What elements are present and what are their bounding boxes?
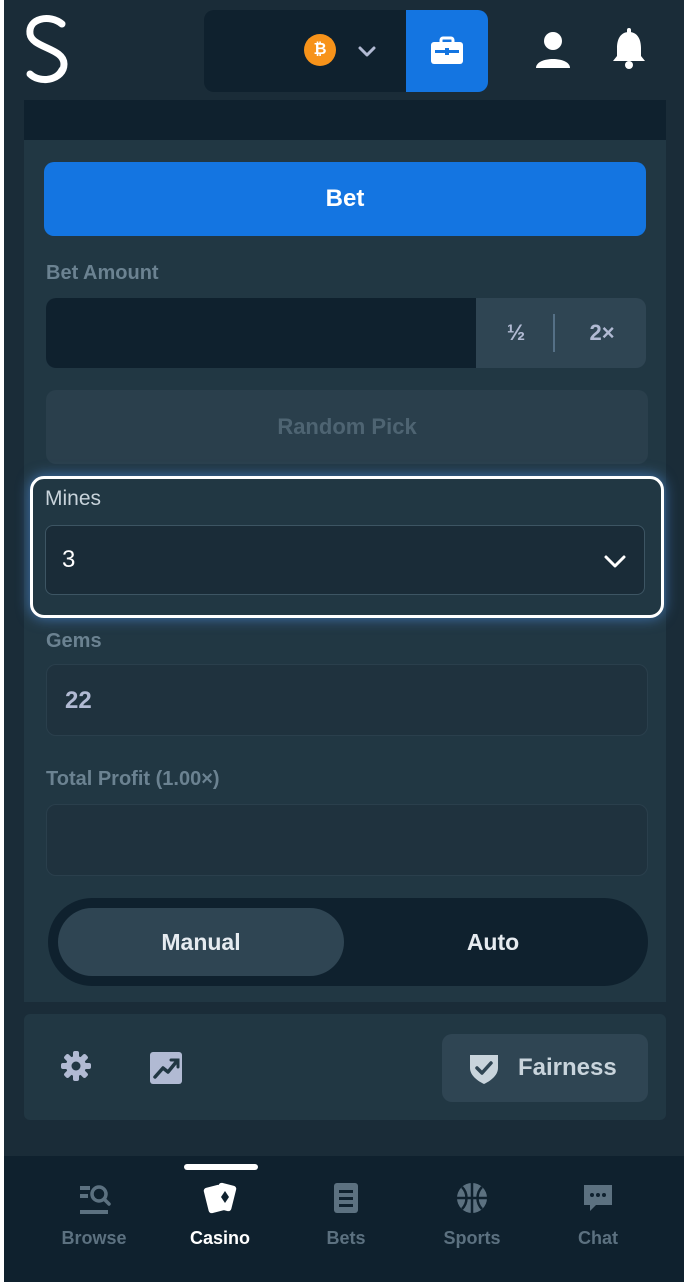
bitcoin-icon: ₿: [304, 34, 336, 66]
nav-browse[interactable]: Browse: [44, 1180, 144, 1249]
divider: [553, 314, 555, 352]
double-bet-button[interactable]: 2×: [558, 298, 646, 368]
bets-icon: [334, 1183, 358, 1213]
gems-field: 22: [46, 664, 648, 736]
total-profit-label: Total Profit (1.00×): [46, 768, 220, 790]
random-pick-button[interactable]: Random Pick: [46, 390, 648, 464]
nav-bets[interactable]: Bets: [296, 1180, 396, 1249]
nav-browse-label: Browse: [61, 1228, 127, 1248]
mines-select[interactable]: 3: [45, 525, 645, 595]
casino-icon: [203, 1182, 237, 1214]
chat-icon: [584, 1185, 612, 1211]
chevron-down-icon: [604, 555, 626, 568]
wallet-selector: ₿: [204, 10, 488, 92]
app-screen: ₿ Bet Bet Amount ½ 2× Random Pick Mines …: [4, 0, 684, 1282]
half-bet-button[interactable]: ½: [476, 298, 556, 368]
mines-label: Mines: [45, 487, 102, 510]
mode-toggle: Manual Auto: [48, 898, 648, 986]
chevron-down-icon: [358, 46, 376, 57]
browse-icon: [80, 1185, 111, 1214]
bet-amount-input[interactable]: [46, 298, 476, 368]
wallet-icon: [431, 36, 463, 64]
chart-icon[interactable]: [148, 1050, 184, 1086]
wallet-button[interactable]: [406, 10, 488, 92]
nav-sports-label: Sports: [443, 1228, 501, 1248]
nav-casino[interactable]: Casino: [170, 1180, 270, 1249]
gear-icon[interactable]: [60, 1050, 92, 1082]
fairness-label: Fairness: [518, 1054, 617, 1081]
tab-manual[interactable]: Manual: [58, 908, 344, 976]
gems-value: 22: [65, 687, 92, 714]
nav-sports[interactable]: Sports: [422, 1180, 522, 1249]
mines-value: 3: [62, 546, 76, 573]
bell-icon[interactable]: [610, 28, 648, 70]
bet-button[interactable]: Bet: [44, 162, 646, 236]
logo[interactable]: [22, 12, 74, 88]
user-icon[interactable]: [534, 30, 572, 70]
nav-bets-label: Bets: [326, 1228, 366, 1248]
gems-label: Gems: [46, 630, 102, 652]
mines-section: Mines 3: [30, 476, 664, 618]
nav-chat-label: Chat: [578, 1228, 618, 1248]
total-profit-field: [46, 804, 648, 876]
currency-dropdown[interactable]: ₿: [204, 10, 404, 92]
bet-amount-label: Bet Amount: [46, 262, 159, 284]
fairness-button[interactable]: Fairness: [442, 1034, 648, 1102]
tab-auto[interactable]: Auto: [348, 908, 638, 976]
sports-icon: [457, 1183, 487, 1213]
nav-casino-label: Casino: [189, 1228, 250, 1248]
game-area-edge: [24, 100, 666, 140]
nav-chat[interactable]: Chat: [548, 1180, 648, 1249]
active-tab-indicator: [184, 1164, 258, 1170]
shield-check-icon: [470, 1055, 498, 1084]
bet-amount-group: ½ 2×: [46, 298, 646, 368]
